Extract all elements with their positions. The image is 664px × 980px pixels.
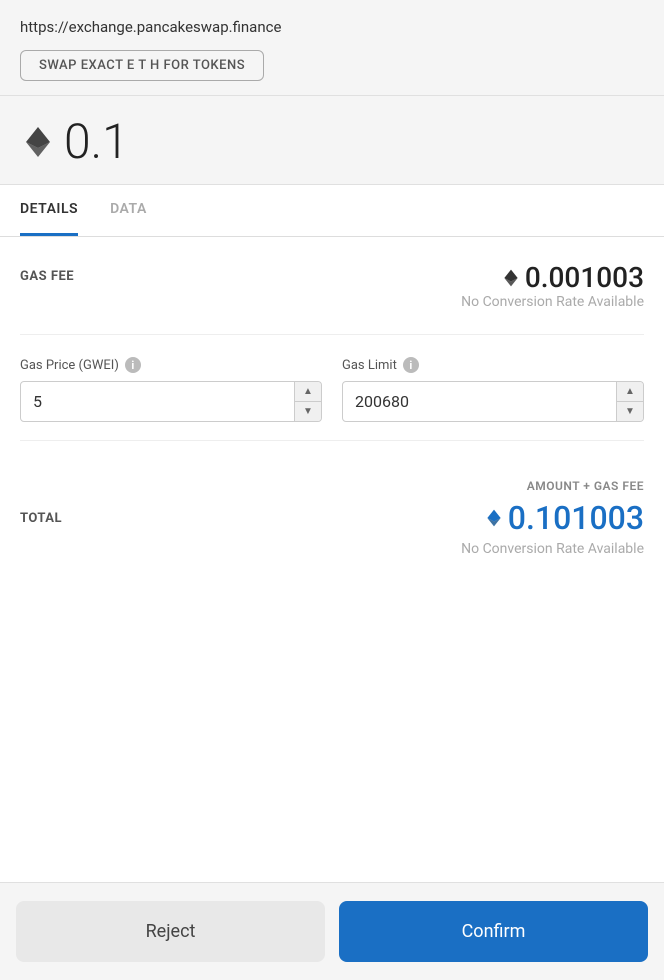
total-row: TOTAL 0.101003 (20, 499, 644, 537)
total-value: 0.101003 (508, 499, 644, 537)
header: https://exchange.pancakeswap.finance SWA… (0, 0, 664, 96)
gas-limit-info-icon[interactable]: i (403, 357, 419, 373)
eth-icon-large (20, 124, 56, 160)
confirm-button[interactable]: Confirm (339, 901, 648, 962)
eth-icon-total (484, 508, 504, 528)
tab-details[interactable]: DETAILS (20, 185, 78, 236)
gas-fee-conversion: No Conversion Rate Available (461, 294, 644, 310)
gas-limit-input[interactable] (343, 382, 616, 421)
gas-limit-spinner: ▲ ▼ (616, 382, 643, 421)
main-content: GAS FEE 0.001003 No Conversion Rate Avai… (0, 237, 664, 882)
gas-price-info-icon[interactable]: i (125, 357, 141, 373)
gas-fee-section: GAS FEE 0.001003 No Conversion Rate Avai… (20, 261, 644, 310)
gas-limit-label: Gas Limit i (342, 357, 644, 373)
divider-1 (20, 334, 644, 335)
divider-2 (20, 440, 644, 441)
url-display: https://exchange.pancakeswap.finance (20, 18, 644, 36)
reject-button[interactable]: Reject (16, 901, 325, 962)
gas-limit-down-button[interactable]: ▼ (617, 402, 643, 421)
gas-price-group: Gas Price (GWEI) i ▲ ▼ (20, 357, 322, 422)
gas-fee-value: 0.001003 (525, 261, 644, 294)
gas-limit-group: Gas Limit i ▲ ▼ (342, 357, 644, 422)
amount-gas-label: AMOUNT + GAS FEE (20, 479, 644, 493)
footer: Reject Confirm (0, 882, 664, 980)
gas-price-input[interactable] (21, 382, 294, 421)
tabs-bar: DETAILS DATA (0, 185, 664, 237)
transaction-badge: SWAP EXACT E T H FOR TOKENS (20, 50, 264, 81)
total-label: TOTAL (20, 511, 62, 526)
total-section: AMOUNT + GAS FEE TOTAL 0.101003 No Conve… (20, 479, 644, 557)
gas-fee-amount-display: 0.001003 (501, 261, 644, 294)
gas-inputs-row: Gas Price (GWEI) i ▲ ▼ Gas Limit i ▲ ▼ (20, 357, 644, 422)
gas-price-spinner: ▲ ▼ (294, 382, 321, 421)
eth-icon-gas (501, 268, 521, 288)
send-amount: 0.1 (64, 118, 129, 166)
gas-price-input-wrapper: ▲ ▼ (20, 381, 322, 422)
gas-limit-input-wrapper: ▲ ▼ (342, 381, 644, 422)
amount-section: 0.1 (0, 96, 664, 185)
gas-limit-up-button[interactable]: ▲ (617, 382, 643, 402)
gas-fee-label: GAS FEE (20, 269, 74, 284)
total-conversion: No Conversion Rate Available (20, 541, 644, 557)
total-amount-display: 0.101003 (484, 499, 644, 537)
tab-data[interactable]: DATA (110, 185, 147, 236)
gas-price-up-button[interactable]: ▲ (295, 382, 321, 402)
gas-fee-right: 0.001003 No Conversion Rate Available (461, 261, 644, 310)
gas-price-label: Gas Price (GWEI) i (20, 357, 322, 373)
gas-price-down-button[interactable]: ▼ (295, 402, 321, 421)
